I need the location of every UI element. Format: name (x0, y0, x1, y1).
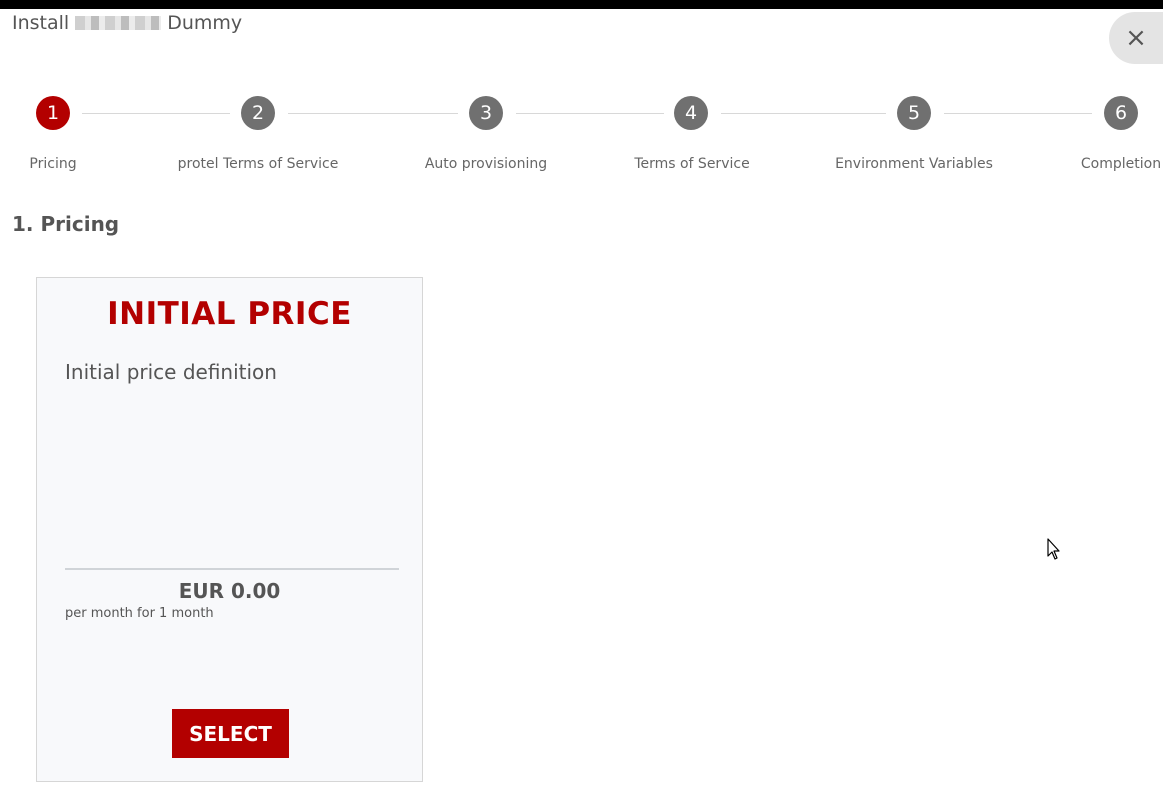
step-1-label[interactable]: Pricing (29, 156, 76, 172)
mouse-pointer-icon (1047, 538, 1060, 560)
plan-period: per month for 1 month (65, 606, 214, 621)
pricing-card: INITIAL PRICE Initial price definition E… (36, 277, 423, 782)
plan-title: INITIAL PRICE (107, 296, 352, 332)
step-2-label[interactable]: protel Terms of Service (178, 156, 339, 172)
step-4-label[interactable]: Terms of Service (634, 156, 749, 172)
step-6-label[interactable]: Completion (1081, 156, 1161, 172)
step-connector (82, 113, 230, 114)
close-button[interactable]: × (1109, 12, 1163, 64)
step-3-label[interactable]: Auto provisioning (425, 156, 547, 172)
plan-description: Initial price definition (65, 360, 277, 384)
step-connector (721, 113, 886, 114)
title-prefix: Install (12, 12, 70, 34)
step-connector (944, 113, 1092, 114)
step-5-label[interactable]: Environment Variables (835, 156, 993, 172)
step-5-circle[interactable]: 5 (897, 96, 931, 130)
stepper: 1 2 3 4 5 6 Pricing protel Terms of Serv… (0, 94, 1163, 184)
top-bar (0, 0, 1163, 9)
section-title: 1. Pricing (12, 212, 120, 236)
title-suffix: Dummy (167, 12, 243, 34)
dialog-title: Install Dummy (12, 12, 242, 34)
step-1-circle[interactable]: 1 (36, 96, 70, 130)
step-3-circle[interactable]: 3 (469, 96, 503, 130)
plan-price: EUR 0.00 (178, 579, 281, 603)
step-4-circle[interactable]: 4 (674, 96, 708, 130)
card-divider (65, 568, 399, 570)
step-connector (516, 113, 664, 114)
close-icon: × (1125, 23, 1147, 53)
step-connector (288, 113, 458, 114)
step-6-circle[interactable]: 6 (1104, 96, 1138, 130)
step-2-circle[interactable]: 2 (241, 96, 275, 130)
select-button[interactable]: SELECT (172, 709, 289, 758)
redacted-name (75, 16, 162, 30)
